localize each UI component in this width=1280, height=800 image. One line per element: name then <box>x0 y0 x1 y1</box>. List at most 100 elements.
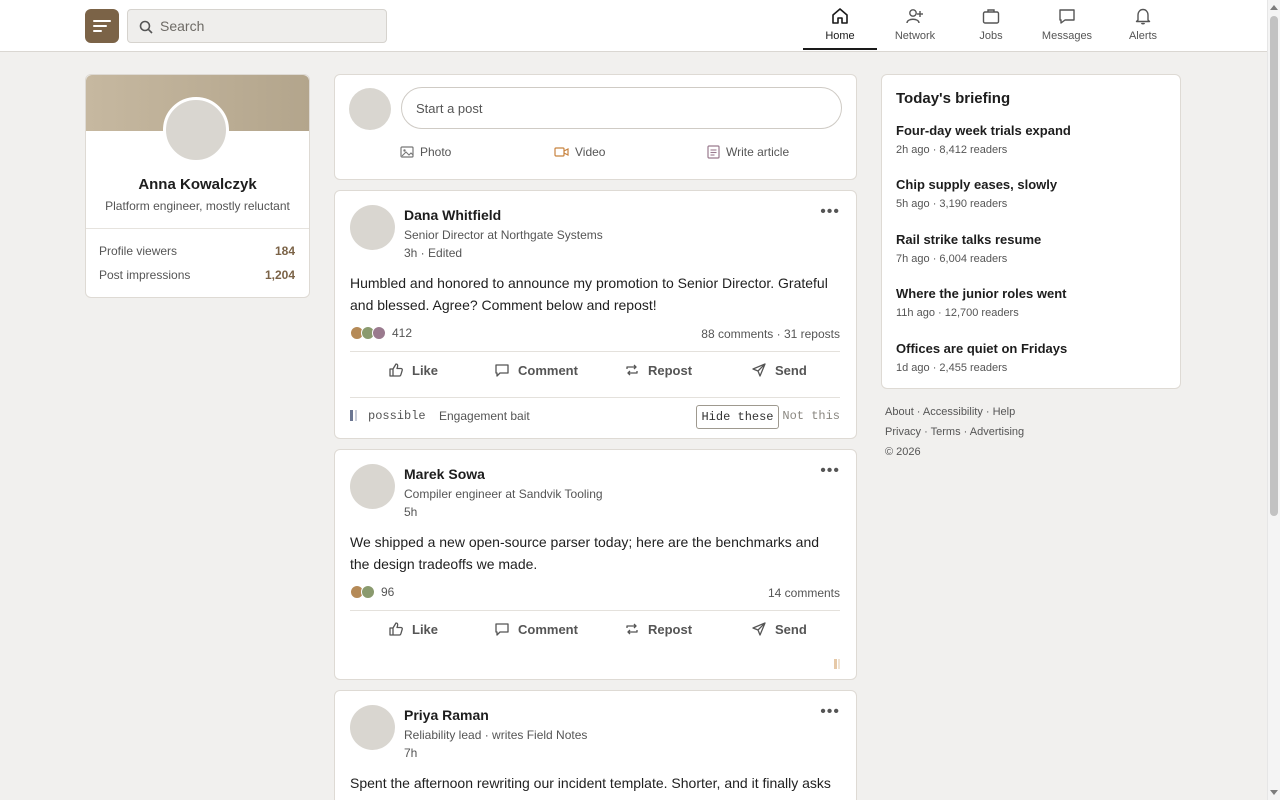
repost-label: Repost <box>648 621 693 637</box>
comment-icon <box>495 364 509 377</box>
flag-indicator <box>834 659 840 669</box>
like-button[interactable]: Like <box>388 362 438 378</box>
feed-post: Priya Raman Reliability lead · writes Fi… <box>334 690 857 800</box>
post-body: Humbled and honored to announce my promo… <box>350 275 828 313</box>
briefing-item[interactable]: Rail strike talks resume 7h ago · 6,004 … <box>896 232 1168 265</box>
repost-button[interactable]: Repost <box>624 362 692 378</box>
copyright: © 2026 <box>885 446 921 458</box>
comment-button[interactable]: Comment <box>494 621 578 637</box>
nav-messages[interactable]: Messages <box>1029 0 1105 50</box>
post-composer: Start a post Photo Video Write article <box>334 74 857 180</box>
flag-level: possible <box>368 409 426 423</box>
nav-network[interactable]: Network <box>879 0 951 50</box>
comment-label: Comment <box>518 621 578 637</box>
more-options-icon[interactable]: ••• <box>820 703 840 721</box>
briefing-meta: 5h ago · 3,190 readers <box>896 198 1008 210</box>
briefing-item[interactable]: Offices are quiet on Fridays 1d ago · 2,… <box>896 341 1168 374</box>
thumbs-up-icon <box>389 622 403 636</box>
video-button[interactable]: Video <box>554 145 605 159</box>
post-timestamp: 5h <box>404 505 418 519</box>
nav-label: Messages <box>1041 30 1093 42</box>
comment-label: Comment <box>518 362 578 378</box>
briefing-title: Today's briefing <box>896 90 1011 107</box>
flag-label: Engagement bait <box>439 409 530 423</box>
briefing-meta: 1d ago · 2,455 readers <box>896 362 1008 374</box>
comment-button[interactable]: Comment <box>494 362 578 378</box>
profile-name[interactable]: Anna Kowalczyk <box>86 176 309 193</box>
send-button[interactable]: Send <box>751 621 807 637</box>
video-icon <box>554 147 569 157</box>
start-post-button[interactable]: Start a post <box>401 87 842 129</box>
like-label: Like <box>412 362 439 378</box>
more-options-icon[interactable]: ••• <box>820 462 840 480</box>
reaction-summary[interactable]: 96 <box>350 585 394 599</box>
divider <box>86 228 309 229</box>
send-icon <box>752 363 766 377</box>
nav-label: Jobs <box>979 30 1003 42</box>
avatar[interactable] <box>350 464 395 509</box>
stat-profile-viewers[interactable]: Profile viewers 184 <box>99 244 295 258</box>
briefing-item[interactable]: Chip supply eases, slowly 5h ago · 3,190… <box>896 177 1168 210</box>
profile-tagline: Platform engineer, mostly reluctant <box>105 199 290 213</box>
post-author[interactable]: Marek Sowa <box>404 466 485 482</box>
flag-indicator <box>350 410 353 421</box>
flag-indicator <box>355 410 357 421</box>
thumbs-up-icon <box>389 363 403 377</box>
reaction-count: 412 <box>392 326 413 340</box>
nav-home[interactable]: Home <box>803 0 877 50</box>
write-article-label: Write article <box>726 145 790 159</box>
write-article-button[interactable]: Write article <box>707 145 789 159</box>
stat-label: Profile viewers <box>99 244 178 258</box>
avatar[interactable] <box>350 705 395 750</box>
nav-jobs[interactable]: Jobs <box>955 0 1027 50</box>
app-logo-icon[interactable] <box>85 9 119 43</box>
add-person-icon <box>906 9 923 24</box>
post-author-headline: Senior Director at Northgate Systems <box>404 228 603 242</box>
briefing-item[interactable]: Four-day week trials expand 2h ago · 8,4… <box>896 123 1168 156</box>
reaction-icon <box>361 585 375 599</box>
avatar[interactable] <box>350 205 395 250</box>
hide-these-button[interactable]: Hide these <box>696 405 779 429</box>
nav-alerts[interactable]: Alerts <box>1109 0 1177 50</box>
nav-label: Home <box>825 30 855 42</box>
send-button[interactable]: Send <box>751 362 807 378</box>
photo-button[interactable]: Photo <box>400 145 451 159</box>
nav-label: Alerts <box>1128 30 1158 42</box>
stat-post-impressions[interactable]: Post impressions 1,204 <box>99 268 295 282</box>
repost-icon <box>626 623 638 635</box>
briefing-item[interactable]: Where the junior roles went 11h ago · 12… <box>896 286 1168 319</box>
scrollbar-thumb[interactable] <box>1270 16 1278 516</box>
avatar[interactable] <box>163 97 229 163</box>
reaction-count: 96 <box>381 585 395 599</box>
briefing-meta: 11h ago · 12,700 readers <box>896 307 1019 319</box>
content-flag-row: possible Engagement bait Hide these Not … <box>350 405 840 429</box>
footer-links[interactable]: Privacy · Terms · Advertising <box>885 426 1024 438</box>
post-author[interactable]: Priya Raman <box>404 707 489 723</box>
reaction-icon <box>372 326 386 340</box>
footer-links[interactable]: About · Accessibility · Help <box>885 406 1015 418</box>
repost-label: Repost <box>648 362 693 378</box>
stat-label: Post impressions <box>99 268 191 282</box>
more-options-icon[interactable]: ••• <box>820 203 840 221</box>
briefing-meta: 2h ago · 8,412 readers <box>896 144 1008 156</box>
repost-button[interactable]: Repost <box>624 621 692 637</box>
stat-value: 184 <box>274 244 295 258</box>
not-this-link[interactable]: Not this <box>782 409 840 423</box>
page-scrollbar[interactable] <box>1267 0 1280 800</box>
post-engagement-stats[interactable]: 88 comments · 31 reposts <box>701 327 840 341</box>
briefing-headline: Rail strike talks resume <box>896 232 1042 247</box>
post-engagement-stats[interactable]: 14 comments <box>768 586 840 600</box>
post-body: We shipped a new open-source parser toda… <box>350 534 820 572</box>
send-label: Send <box>775 362 807 378</box>
briefcase-icon <box>982 9 1000 24</box>
search-input[interactable] <box>160 10 380 42</box>
like-button[interactable]: Like <box>388 621 438 637</box>
search-box[interactable] <box>127 9 387 43</box>
reaction-summary[interactable]: 412 <box>350 326 412 340</box>
scroll-up-icon[interactable] <box>1270 5 1278 10</box>
todays-briefing-card: Today's briefing Four-day week trials ex… <box>881 74 1181 389</box>
scroll-down-icon[interactable] <box>1270 790 1278 795</box>
post-author[interactable]: Dana Whitfield <box>404 207 501 223</box>
search-icon <box>139 20 153 34</box>
article-icon <box>707 145 720 159</box>
